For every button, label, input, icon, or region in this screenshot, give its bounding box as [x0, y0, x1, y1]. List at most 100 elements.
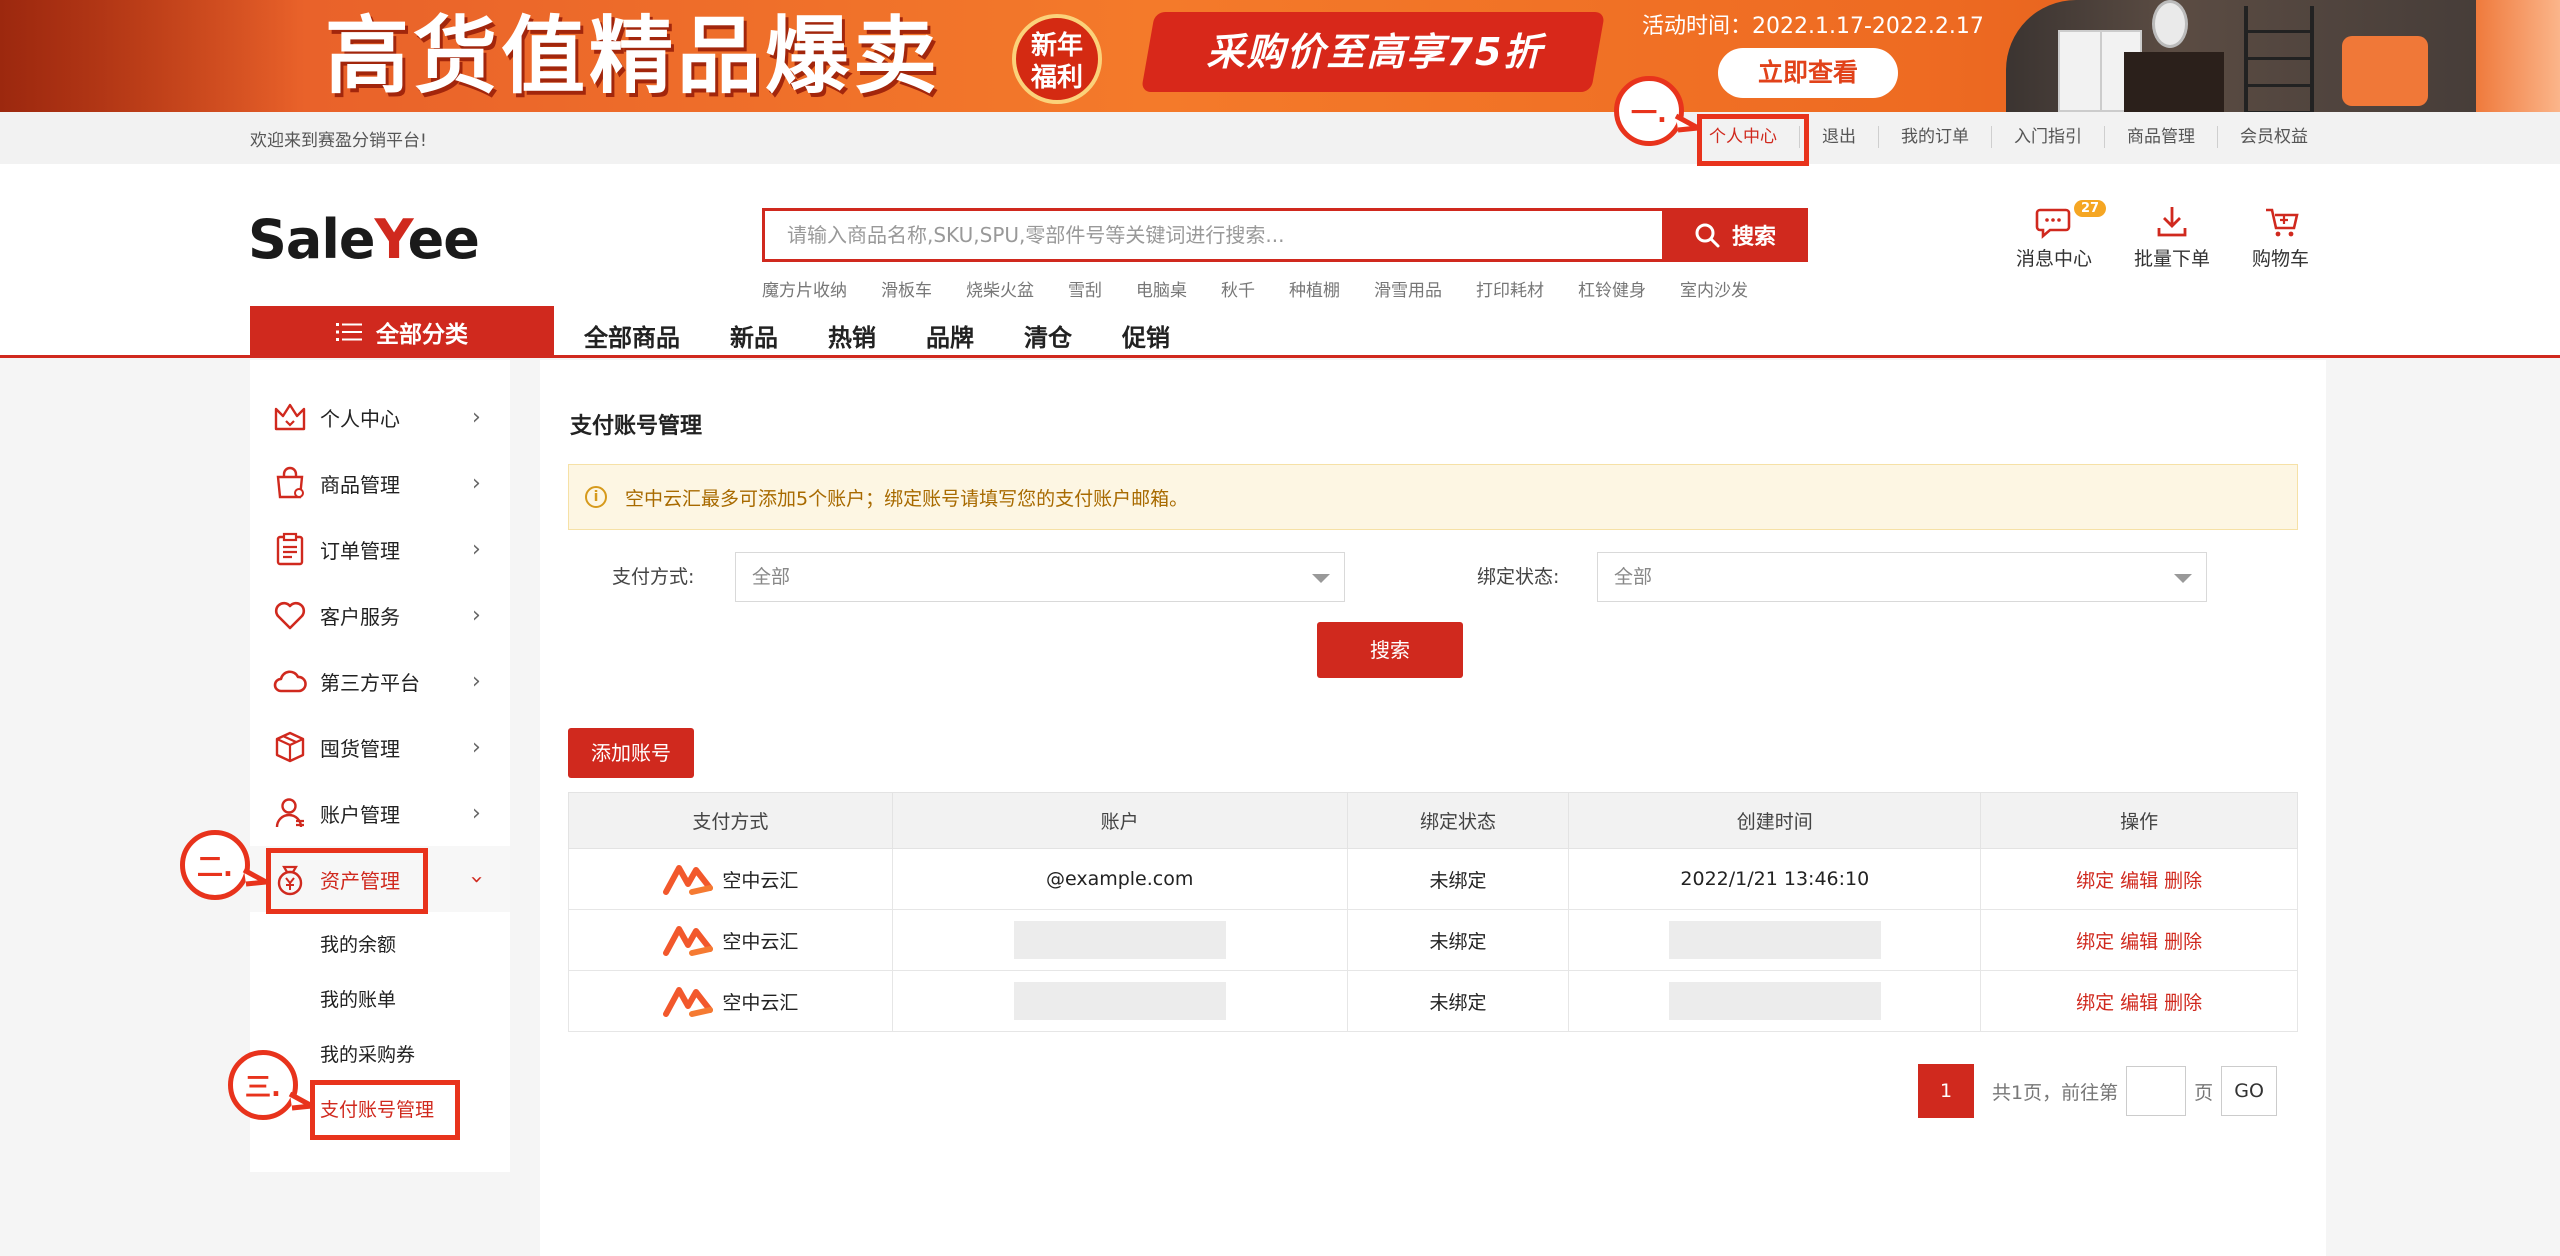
cell-actions: 绑定 编辑 删除: [1980, 848, 2298, 910]
nav-all-products[interactable]: 全部商品: [584, 318, 680, 353]
hot-word[interactable]: 种植棚: [1289, 276, 1340, 301]
hot-word[interactable]: 滑板车: [881, 276, 932, 301]
annotation-marker-2: 二.: [180, 830, 250, 900]
header: SaleYee 搜索 魔方片收纳 滑板车 烧柴火盆 雪刮 电脑桌 秋千 种植棚 …: [0, 164, 2560, 306]
cart-icon: [2265, 208, 2299, 237]
hot-word[interactable]: 烧柴火盆: [966, 276, 1034, 301]
sidebar-subitem-my-bills[interactable]: 我的账单: [320, 985, 396, 1012]
bind-link[interactable]: 绑定: [2076, 992, 2114, 1014]
saleyee-logo[interactable]: SaleYee: [248, 208, 480, 271]
sidebar-item-label: 个人中心: [320, 406, 400, 431]
annotation-arrow-2: [242, 867, 269, 887]
bind-link[interactable]: 绑定: [2076, 870, 2114, 892]
sidebar-item-label: 囤货管理: [320, 736, 400, 761]
table-header-row: 支付方式 账户 绑定状态 创建时间 操作: [568, 792, 2298, 849]
binding-status-select[interactable]: 全部: [1597, 552, 2207, 602]
banner-ribbon-text: 采购价至高享75折: [1206, 30, 1544, 74]
batch-order-label: 批量下单: [2134, 248, 2211, 270]
sidebar-item-third-party-platform[interactable]: 第三方平台 ›: [250, 648, 510, 714]
sidebar-subitem-my-balance[interactable]: 我的余额: [320, 930, 396, 957]
edit-link[interactable]: 编辑: [2120, 992, 2158, 1014]
search-button[interactable]: 搜索: [1662, 208, 1808, 262]
cell-created-time: [1568, 909, 1982, 971]
sidebar-subitem-my-coupons[interactable]: 我的采购券: [320, 1040, 415, 1067]
all-categories-button[interactable]: 全部分类: [250, 306, 554, 358]
sidebar-item-customer-service[interactable]: 客户服务 ›: [250, 582, 510, 648]
top-link-logout[interactable]: 退出: [1799, 126, 1878, 148]
edit-link[interactable]: 编辑: [2120, 931, 2158, 953]
search-input[interactable]: [765, 211, 1645, 259]
nav-promotion[interactable]: 促销: [1122, 318, 1170, 353]
banner-right-decoration: [2476, 0, 2560, 112]
cell-binding-status: 未绑定: [1346, 909, 1570, 971]
top-link-my-orders[interactable]: 我的订单: [1878, 126, 1991, 148]
airwallex-logo-icon: [663, 926, 714, 956]
notice-text: 空中云汇最多可添加5个账户；绑定账号请填写您的支付账户邮箱。: [625, 487, 1189, 510]
cell-account: @example.com: [891, 848, 1348, 910]
sidebar-item-order-management[interactable]: 订单管理 ›: [250, 516, 510, 582]
delete-link[interactable]: 删除: [2164, 870, 2202, 892]
hot-word[interactable]: 室内沙发: [1680, 276, 1748, 301]
batch-order-icon: [2157, 207, 2187, 237]
annotation-arrow-1: [1674, 113, 1701, 133]
cart-label: 购物车: [2252, 248, 2310, 270]
payment-method-select[interactable]: 全部: [735, 552, 1345, 602]
add-account-button[interactable]: 添加账号: [568, 728, 694, 778]
hot-word[interactable]: 秋千: [1221, 276, 1255, 301]
payment-method-name: 空中云汇: [722, 991, 799, 1014]
logo-part-2: Y: [374, 208, 408, 271]
sidebar-item-label: 商品管理: [320, 472, 400, 497]
sidebar-item-label: 账户管理: [320, 802, 400, 827]
cart-link[interactable]: 购物车: [2252, 204, 2309, 271]
search-button-label: 搜索: [1731, 225, 1776, 250]
nav-new[interactable]: 新品: [730, 318, 778, 353]
page-go-button[interactable]: GO: [2221, 1066, 2278, 1116]
airwallex-logo-icon: [663, 987, 714, 1017]
search-icon: [1695, 223, 1720, 248]
chevron-down-icon: [1312, 574, 1330, 583]
redacted-time: [1668, 982, 1881, 1020]
search-box: 搜索: [762, 208, 1808, 262]
nav-brand[interactable]: 品牌: [926, 318, 974, 353]
edit-link[interactable]: 编辑: [2120, 870, 2158, 892]
filter-search-button[interactable]: 搜索: [1317, 622, 1463, 678]
col-account: 账户: [891, 792, 1348, 849]
nav-clearance[interactable]: 清仓: [1024, 318, 1072, 353]
delete-link[interactable]: 删除: [2164, 931, 2202, 953]
crown-icon: [274, 403, 306, 431]
main-panel: 支付账号管理 i 空中云汇最多可添加5个账户；绑定账号请填写您的支付账户邮箱。 …: [540, 360, 2326, 1256]
hot-word[interactable]: 滑雪用品: [1374, 276, 1442, 301]
sidebar-item-label: 客户服务: [320, 604, 400, 629]
chevron-down-icon: ›: [463, 874, 489, 884]
sidebar-item-personal-center[interactable]: 个人中心 ›: [250, 384, 510, 450]
page-number-current[interactable]: 1: [1918, 1064, 1974, 1118]
top-link-guide[interactable]: 入门指引: [1991, 126, 2104, 148]
nav-hot[interactable]: 热销: [828, 318, 876, 353]
delete-link[interactable]: 删除: [2164, 992, 2202, 1014]
pager-suffix: 页: [2194, 1081, 2214, 1104]
top-link-member-benefits[interactable]: 会员权益: [2217, 126, 2330, 148]
top-link-product-management[interactable]: 商品管理: [2104, 126, 2217, 148]
promo-banner[interactable]: 高货值精品爆卖 新年 福利 采购价至高享75折 活动时间：2022.1.17-2…: [0, 0, 2560, 112]
sidebar-item-product-management[interactable]: 商品管理 ›: [250, 450, 510, 516]
sidebar-item-account-management[interactable]: 账户管理 ›: [250, 780, 510, 846]
chevron-right-icon: ›: [472, 668, 481, 694]
view-now-button[interactable]: 立即查看: [1718, 48, 1898, 98]
logo-part-3: ee: [407, 208, 480, 271]
message-center-link[interactable]: 27 消息中心: [2016, 200, 2107, 271]
chevron-right-icon: ›: [472, 800, 481, 826]
redacted-account: [1013, 982, 1226, 1020]
info-icon: i: [585, 486, 607, 508]
sidebar: 个人中心 › 商品管理 › 订单管理 › 客户服务 › 第三方平台 › 囤货管理…: [250, 360, 510, 1172]
cell-actions: 绑定 编辑 删除: [1980, 970, 2298, 1032]
page-jump-input[interactable]: [2126, 1066, 2187, 1116]
batch-order-link[interactable]: 批量下单: [2134, 204, 2210, 271]
hot-word[interactable]: 打印耗材: [1476, 276, 1544, 301]
hot-word[interactable]: 雪刮: [1068, 276, 1102, 301]
hot-word[interactable]: 魔方片收纳: [762, 276, 847, 301]
hot-word[interactable]: 电脑桌: [1136, 276, 1187, 301]
hot-word[interactable]: 杠铃健身: [1578, 276, 1646, 301]
sidebar-item-stock-management[interactable]: 囤货管理 ›: [250, 714, 510, 780]
payment-method-cell: 空中云汇: [569, 984, 892, 1018]
bind-link[interactable]: 绑定: [2076, 931, 2114, 953]
